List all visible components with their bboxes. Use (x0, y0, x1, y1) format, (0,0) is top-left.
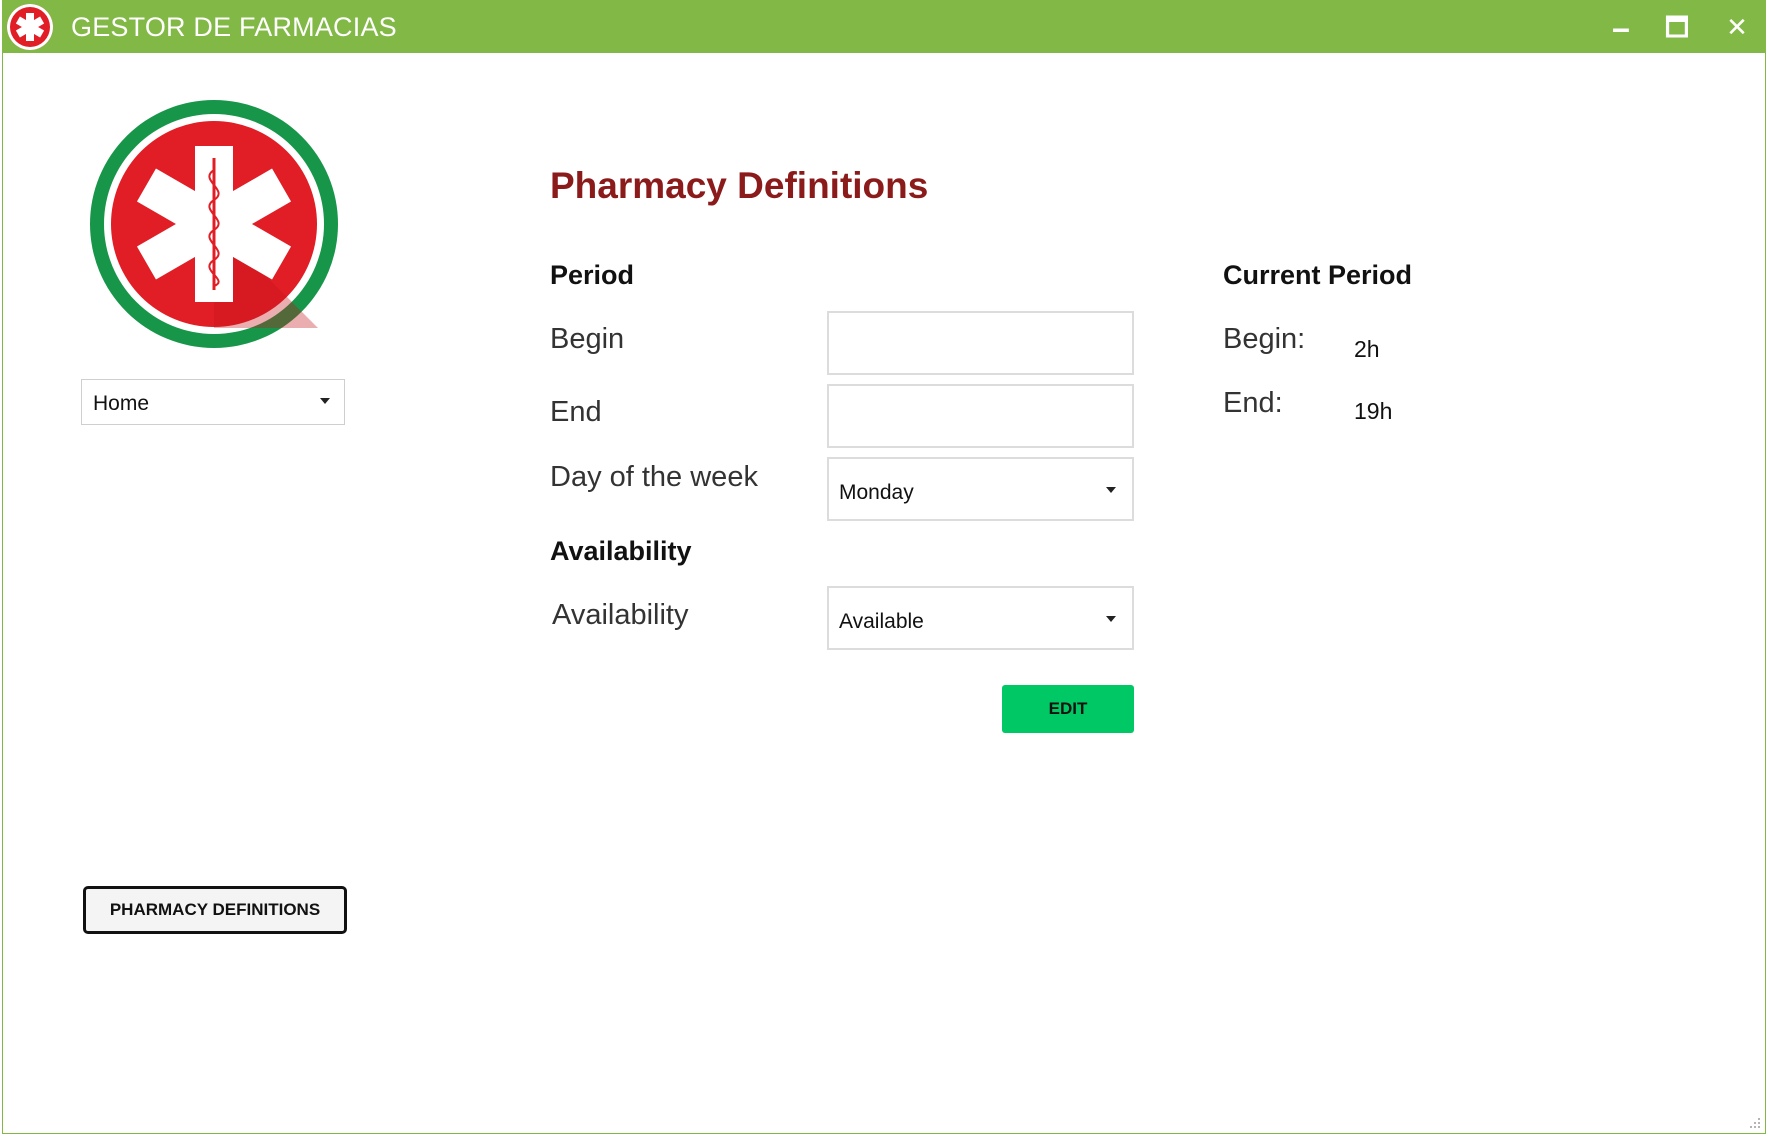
availability-select[interactable]: Available (827, 586, 1134, 650)
availability-value: Available (839, 610, 924, 633)
chevron-down-icon (320, 398, 330, 404)
current-period-heading: Current Period (1223, 260, 1413, 290)
end-label: End (550, 396, 602, 428)
current-end-label: End: (1223, 387, 1283, 419)
current-end-value: 19h (1354, 398, 1393, 424)
maximize-icon[interactable]: 🗖 (1655, 9, 1699, 45)
begin-field[interactable] (827, 311, 1134, 375)
navigation-select[interactable]: Home (81, 379, 345, 425)
current-begin-value: 2h (1354, 336, 1380, 362)
close-icon[interactable]: ✕ (1715, 9, 1759, 45)
title-bar[interactable]: GESTOR DE FARMACIAS 🗕 🗖 ✕ (3, 1, 1765, 53)
end-input[interactable] (829, 386, 1132, 446)
pharmacy-definitions-button[interactable]: PHARMACY DEFINITIONS (83, 886, 347, 934)
app-star-of-life-icon (7, 4, 53, 50)
period-heading: Period (550, 260, 635, 290)
begin-label: Begin (550, 323, 625, 355)
day-of-week-value: Monday (839, 481, 914, 504)
page-title: Pharmacy Definitions (550, 165, 929, 206)
day-of-week-label: Day of the week (550, 461, 758, 493)
day-of-week-select[interactable]: Monday (827, 457, 1134, 521)
current-begin-label: Begin: (1223, 323, 1306, 355)
availability-heading: Availability (550, 536, 692, 566)
availability-label: Availability (552, 599, 689, 631)
edit-button[interactable]: EDIT (1002, 685, 1134, 733)
chevron-down-icon (1106, 616, 1116, 622)
resize-grip-icon[interactable] (1746, 1114, 1762, 1130)
end-field[interactable] (827, 384, 1134, 448)
chevron-down-icon (1106, 487, 1116, 493)
pharmacy-logo (90, 100, 338, 348)
begin-input[interactable] (829, 313, 1132, 373)
minimize-icon[interactable]: 🗕 (1599, 9, 1643, 45)
window-title: GESTOR DE FARMACIAS (71, 12, 397, 42)
navigation-select-value: Home (93, 392, 150, 415)
